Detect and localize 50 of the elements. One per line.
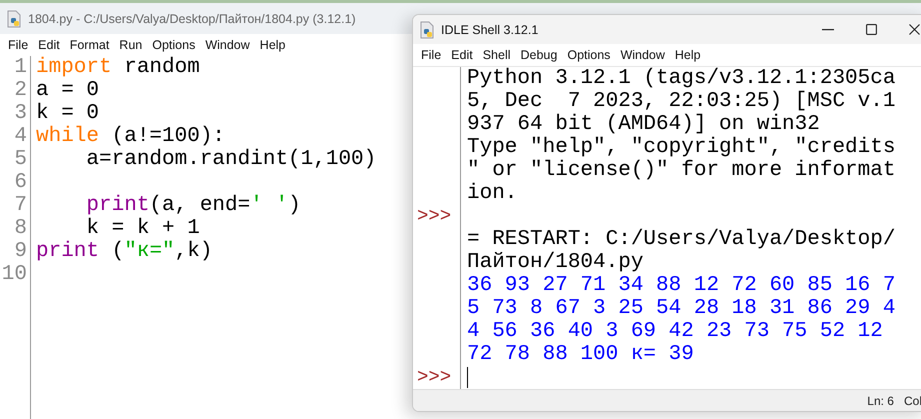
program-output: 36 93 27 71 34 88 12 72 60 85 16 7 [467, 274, 896, 297]
code-line: a = 0 [36, 79, 100, 102]
menu-item[interactable]: Window [615, 48, 670, 62]
menu-item[interactable]: File [3, 38, 34, 52]
window-title: 1804.py - C:/Users/Valya/Desktop/Пайтон/1804.py (3.12.1) [28, 12, 356, 26]
shell-text: Type "help", "copyright", "credits [467, 136, 896, 159]
shell-prompt: >>> [416, 205, 452, 228]
line-number: 10 [0, 263, 28, 286]
menu-item[interactable]: Options [562, 48, 616, 62]
menu-item[interactable]: Options [147, 38, 200, 52]
line-number: 7 [13, 194, 28, 217]
shell-text: 5, Dec 7 2023, 22:03:25) [MSC v.1 [467, 90, 896, 113]
menu-item[interactable]: Edit [33, 38, 65, 52]
code-line: k = 0 [36, 102, 100, 125]
line-number: 4 [13, 125, 28, 148]
shell-text: = RESTART: C:/Users/Valya/Desktop/ [467, 228, 896, 251]
program-output: 72 78 88 100 к= 39 [467, 343, 695, 366]
code-line: a=random.randint(1,100) [85, 148, 376, 171]
menu-item[interactable]: Debug [516, 48, 562, 62]
line-number: 1 [13, 56, 28, 79]
code-line: k = k + 1 [85, 217, 201, 240]
window-title: IDLE Shell 3.12.1 [441, 22, 538, 36]
shell-text: Пайтон/1804.py [467, 251, 644, 274]
line-number: 3 [13, 102, 28, 125]
line-number: 2 [13, 79, 28, 102]
status-text: Col [904, 394, 921, 408]
shell-text: ion. [467, 182, 518, 205]
menu-item[interactable]: Help [670, 48, 706, 62]
menu-item[interactable]: Run [114, 38, 148, 52]
menu-item[interactable]: Help [254, 38, 291, 52]
shell-text: 937 64 bit (AMD64)] on win32 [467, 113, 821, 136]
code-line: print(a, end=' ') [85, 194, 302, 217]
line-number: 9 [13, 240, 28, 263]
code-line: while (a!=100): [36, 125, 226, 148]
code-line: print ("к=",k) [36, 240, 214, 263]
menu-item[interactable]: Window [200, 38, 255, 52]
menu-item[interactable]: Edit [446, 48, 478, 62]
line-number: 8 [13, 217, 28, 240]
menu-item[interactable]: Shell [478, 48, 516, 62]
line-number: 5 [13, 148, 28, 171]
shell-prompt: >>> [416, 366, 452, 389]
shell-text: " or "license()" for more informat [467, 159, 896, 182]
program-output: 5 73 8 67 3 25 54 28 18 31 86 29 4 [467, 297, 896, 320]
menu-item[interactable]: File [416, 48, 446, 62]
shell-text: Python 3.12.1 (tags/v3.12.1:2305ca [467, 67, 896, 90]
code-line: import random [36, 56, 201, 79]
menu-item[interactable]: Format [64, 38, 114, 52]
line-number: 6 [13, 171, 28, 194]
program-output: 4 56 36 40 3 69 42 23 73 75 52 12 [467, 320, 884, 343]
status-text: Ln: 6 [867, 394, 894, 408]
